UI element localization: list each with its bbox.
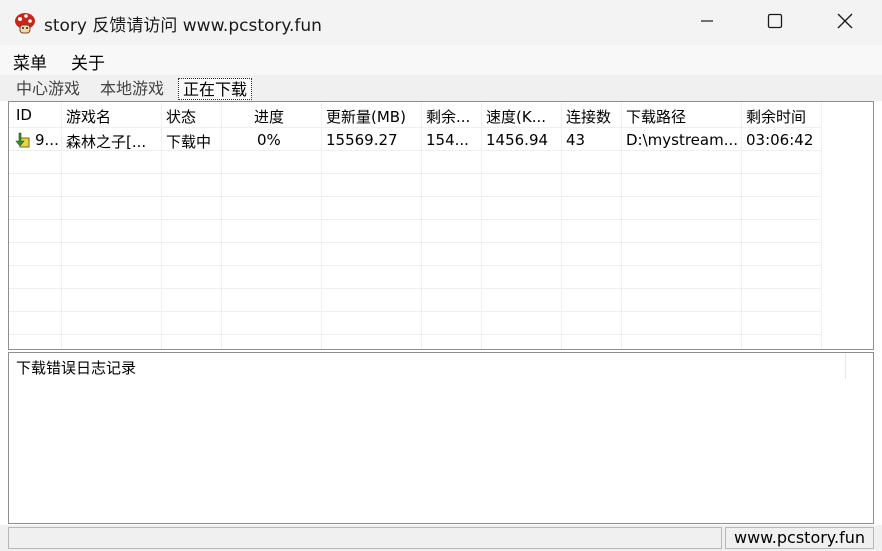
close-button[interactable]	[810, 0, 880, 45]
minimize-icon	[700, 14, 714, 32]
column-header-remaining[interactable]: 剩余...	[426, 106, 480, 127]
column-header-status[interactable]: 状态	[166, 106, 220, 127]
table-cell-status[interactable]: 下载中	[166, 131, 220, 152]
table-cell-speed[interactable]: 1456.94	[486, 131, 560, 149]
table-cell-remaining[interactable]: 154...	[426, 131, 480, 149]
column-divider	[621, 102, 622, 349]
column-divider	[161, 102, 162, 349]
table-cell-id[interactable]: 9...	[35, 131, 60, 149]
row-divider	[9, 196, 821, 197]
column-header-speed[interactable]: 速度(K...	[486, 106, 560, 127]
column-divider	[821, 102, 822, 349]
menu-bar: 菜单 关于	[0, 45, 882, 75]
column-header-time-left[interactable]: 剩余时间	[746, 106, 820, 127]
status-pane-website: www.pcstory.fun	[725, 527, 874, 549]
row-divider	[9, 334, 821, 335]
window-title: story 反馈请访问 www.pcstory.fun	[44, 16, 322, 36]
column-divider	[561, 102, 562, 349]
log-column-divider	[845, 353, 846, 379]
column-divider	[221, 102, 222, 349]
column-divider	[481, 102, 482, 349]
mushroom-app-icon	[14, 12, 36, 34]
maximize-button[interactable]	[740, 0, 810, 45]
row-divider	[9, 288, 821, 289]
column-divider	[61, 102, 62, 349]
table-cell-game-name[interactable]: 森林之子[...	[66, 131, 160, 152]
menu-item-about[interactable]: 关于	[71, 49, 105, 74]
status-pane-main	[8, 527, 722, 549]
table-cell-connections[interactable]: 43	[566, 131, 620, 149]
maximize-icon	[767, 13, 783, 33]
table-cell-time-left[interactable]: 03:06:42	[746, 131, 820, 149]
table-cell-download-path[interactable]: D:\mystream...	[626, 131, 740, 149]
status-bar: www.pcstory.fun	[0, 525, 882, 551]
column-header-update-size[interactable]: 更新量(MB)	[326, 106, 420, 127]
row-divider	[9, 219, 821, 220]
column-header-progress[interactable]: 进度	[254, 106, 314, 127]
row-divider	[9, 242, 821, 243]
column-divider	[421, 102, 422, 349]
column-header-download-path[interactable]: 下载路径	[626, 106, 740, 127]
close-icon	[837, 13, 853, 33]
title-bar: story 反馈请访问 www.pcstory.fun	[0, 0, 882, 45]
tab-center-games[interactable]: 中心游戏	[12, 78, 84, 100]
table-cell-update-size[interactable]: 15569.27	[326, 131, 420, 149]
tab-local-games[interactable]: 本地游戏	[96, 78, 168, 100]
column-header-game-name[interactable]: 游戏名	[66, 106, 160, 127]
error-log-panel[interactable]: 下载错误日志记录	[8, 352, 874, 524]
row-divider	[9, 127, 821, 128]
table-cell-progress[interactable]: 0%	[257, 131, 317, 149]
error-log-header: 下载错误日志记录	[16, 359, 137, 377]
column-header-connections[interactable]: 连接数	[566, 106, 620, 127]
column-header-id[interactable]: ID	[16, 106, 60, 124]
column-divider	[321, 102, 322, 349]
column-divider	[741, 102, 742, 349]
row-divider	[9, 265, 821, 266]
row-divider	[9, 311, 821, 312]
row-divider	[9, 173, 821, 174]
download-arrow-icon	[14, 132, 30, 148]
tab-strip: 中心游戏 本地游戏 正在下载	[0, 75, 882, 101]
menu-item-menu[interactable]: 菜单	[13, 49, 47, 74]
download-list[interactable]: ID 游戏名 状态 进度 更新量(MB) 剩余... 速度(K... 连接数 下…	[8, 101, 874, 350]
minimize-button[interactable]	[672, 0, 742, 45]
tab-downloading[interactable]: 正在下载	[178, 78, 253, 100]
